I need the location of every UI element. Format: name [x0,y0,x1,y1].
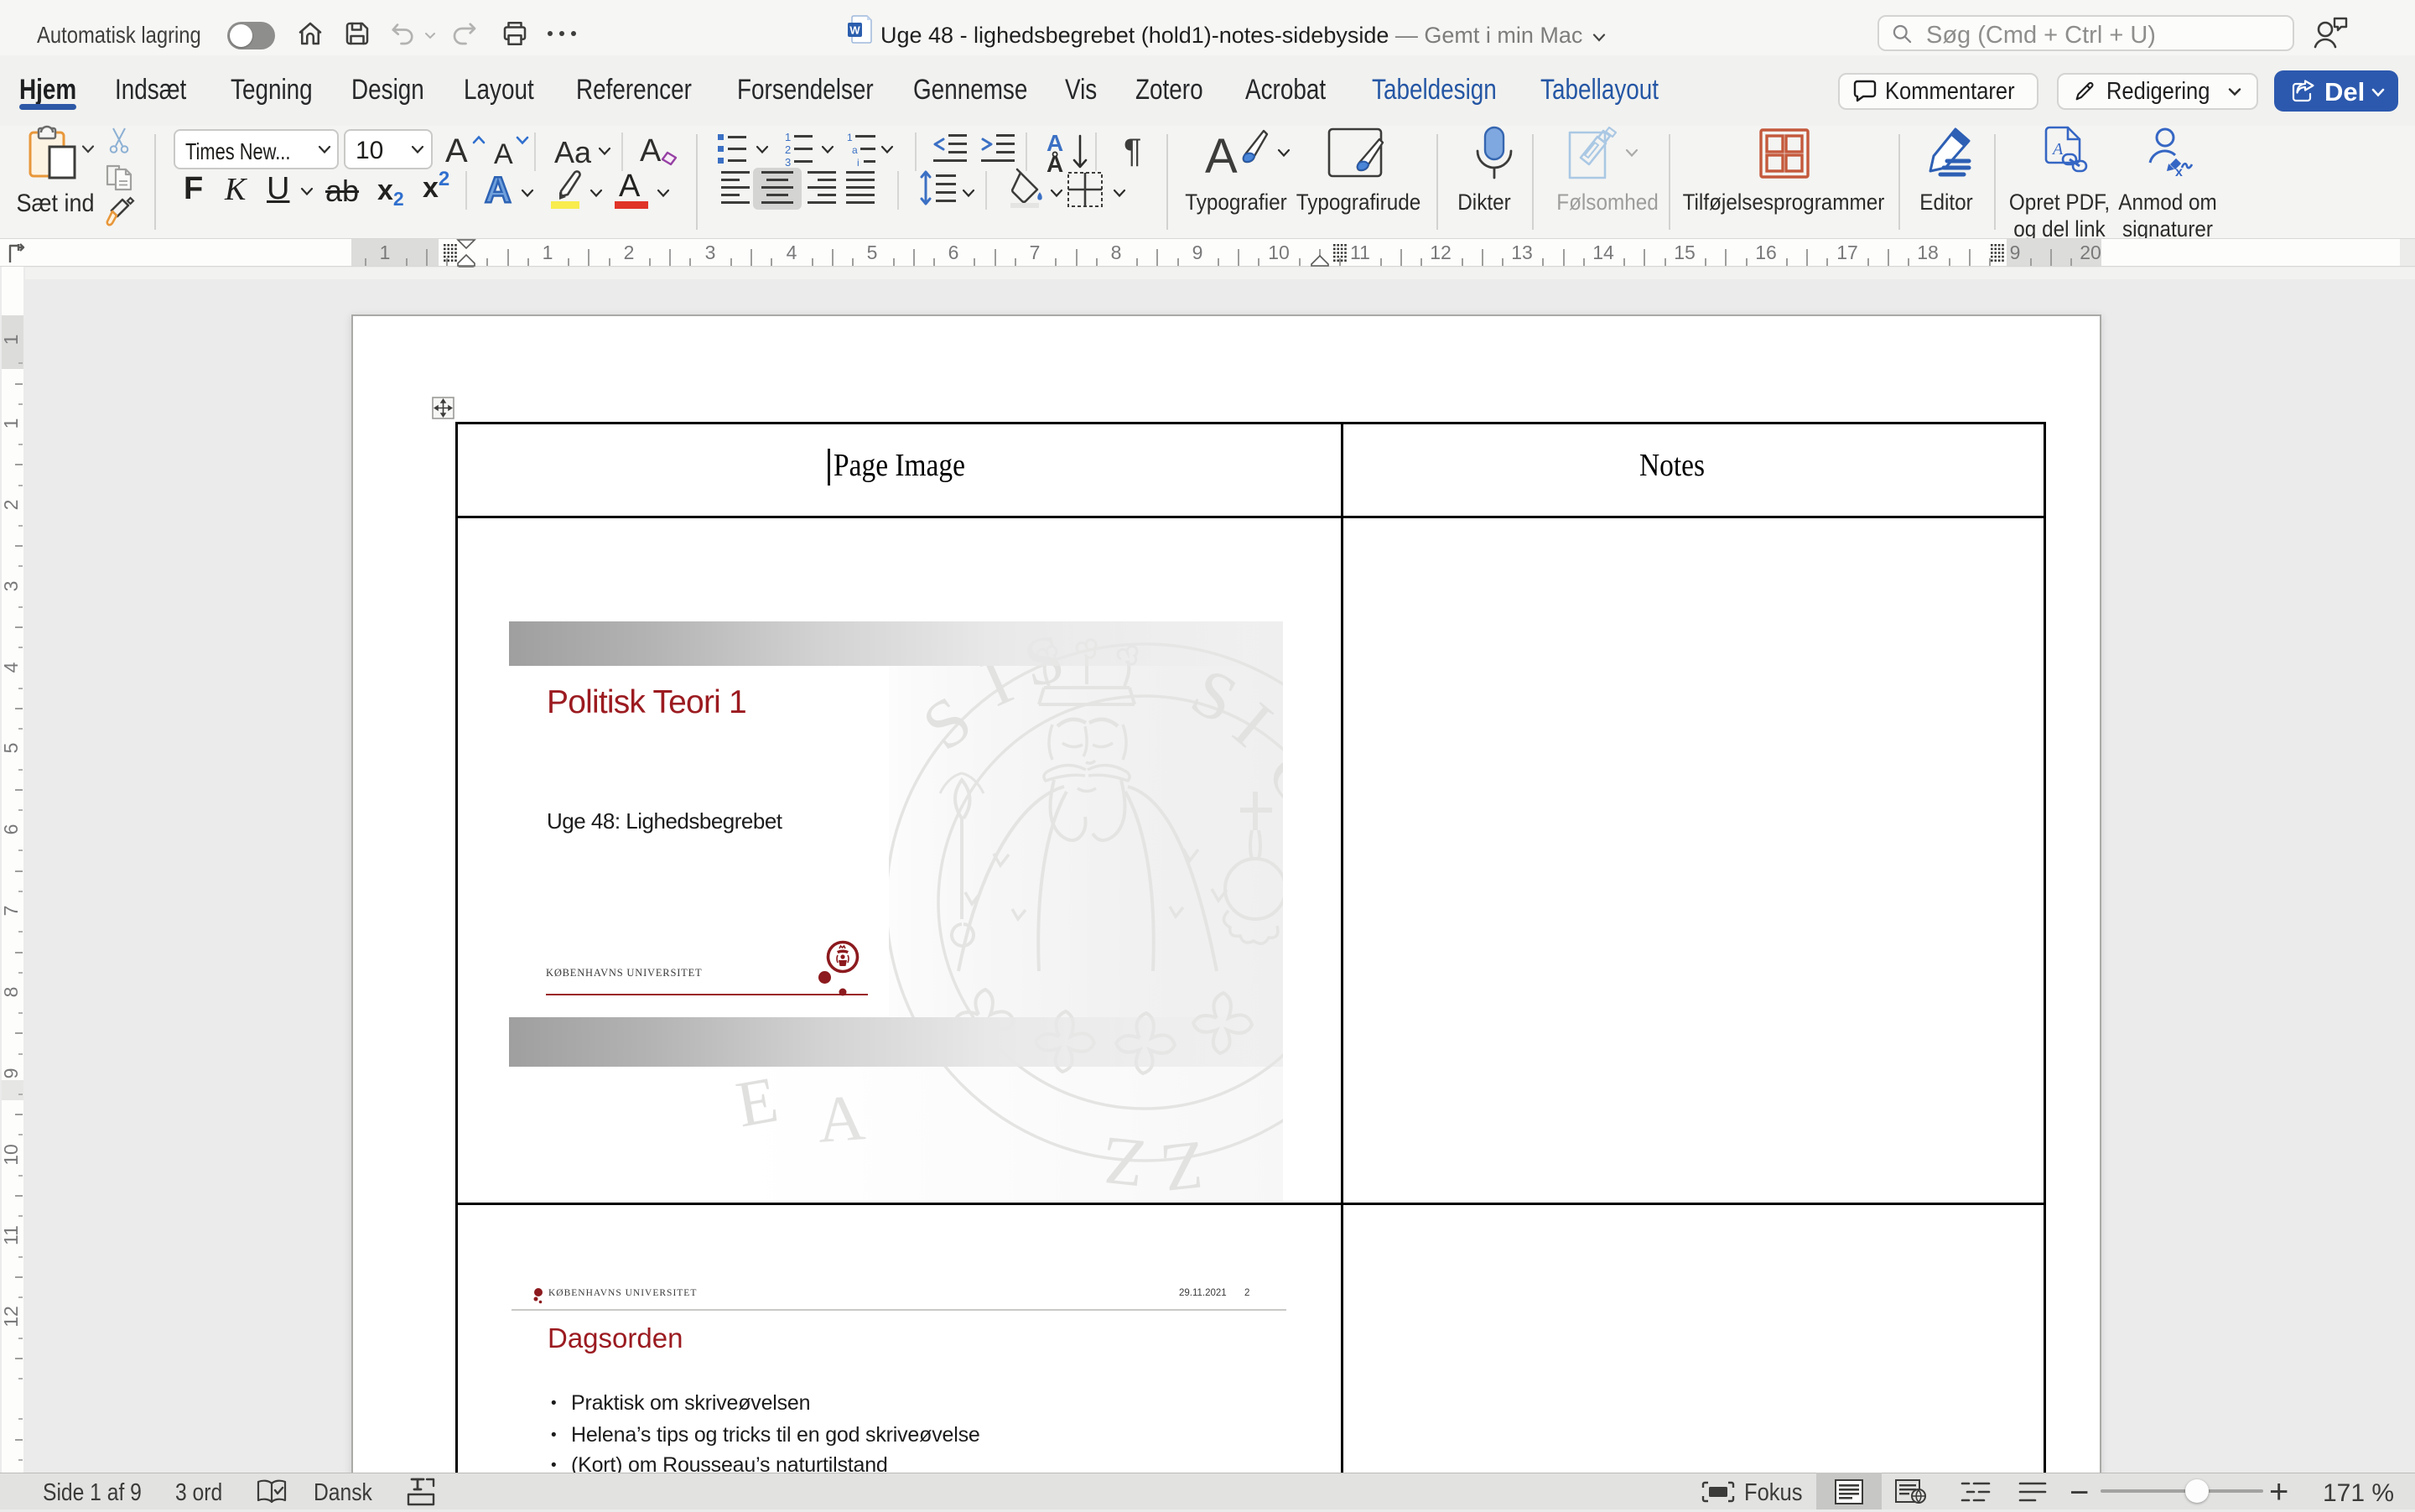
svg-text:A: A [1205,129,1238,184]
svg-text:A: A [2051,140,2064,158]
svg-text:Z: Z [1098,1122,1148,1202]
svg-text:1: 1 [847,132,853,143]
svg-text:Z: Z [1157,1127,1207,1202]
svg-text:W: W [849,24,860,37]
svg-text:x: x [2175,165,2183,179]
svg-text:S: S [909,681,984,765]
svg-text:2: 2 [785,143,791,156]
svg-text:i: i [857,157,860,169]
svg-text:a: a [852,144,858,156]
svg-text:3: 3 [785,156,791,169]
svg-text:1: 1 [785,131,791,143]
